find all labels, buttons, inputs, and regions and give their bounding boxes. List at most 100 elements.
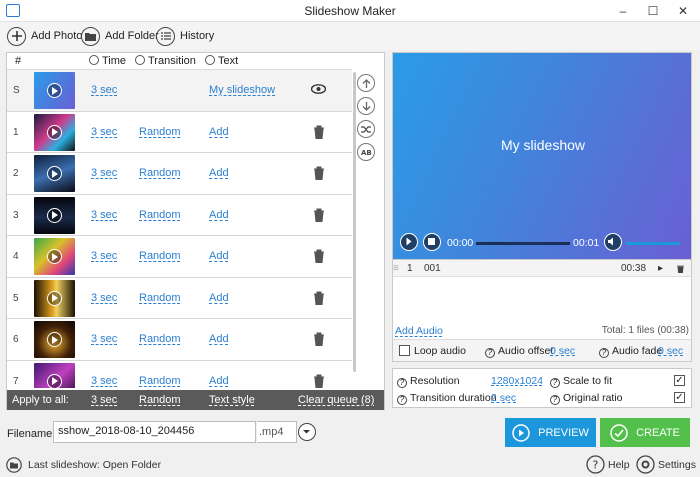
scale-to-fit-checkbox[interactable]: ✓	[674, 375, 685, 386]
settings-link[interactable]: Settings	[658, 459, 696, 471]
slide-row[interactable]: 3 3 sec Random Add	[7, 194, 352, 236]
maximize-button[interactable]: ☐	[638, 0, 668, 22]
sort-ab-button[interactable]: AB	[357, 143, 375, 161]
clear-queue-button[interactable]: Clear queue (8)	[298, 394, 374, 406]
gear-icon[interactable]	[636, 455, 655, 474]
eye-icon[interactable]	[311, 84, 326, 94]
last-slideshow-link[interactable]: Last slideshow: Open Folder	[28, 459, 161, 471]
add-audio-link[interactable]: Add Audio	[395, 325, 443, 337]
row-time[interactable]: 3 sec	[91, 126, 117, 138]
apply-transition[interactable]: Random	[139, 394, 181, 406]
slide-row[interactable]: 7 3 sec Random Add	[7, 360, 352, 388]
folder-icon[interactable]	[6, 457, 22, 473]
slide-thumbnail[interactable]	[34, 362, 75, 388]
row-transition[interactable]: Random	[139, 375, 181, 387]
minimize-button[interactable]: –	[608, 0, 638, 22]
row-transition[interactable]: Random	[139, 126, 181, 138]
close-button[interactable]: ✕	[668, 0, 698, 22]
filename-input[interactable]: sshow_2018-08-10_204456	[53, 421, 256, 443]
row-text[interactable]: Add	[209, 333, 229, 345]
history-button[interactable]: History	[156, 25, 214, 47]
stop-button[interactable]	[423, 233, 441, 251]
apply-text-style[interactable]: Text style	[209, 394, 255, 406]
row-transition[interactable]: Random	[139, 250, 181, 262]
trash-icon[interactable]	[313, 249, 325, 263]
help-icon[interactable]: ?	[599, 348, 609, 358]
slide-row[interactable]: 6 3 sec Random Add	[7, 319, 352, 361]
row-transition[interactable]: Random	[139, 167, 181, 179]
audio-track[interactable]: ≡ 1 001 00:38 ▸	[393, 260, 691, 277]
add-folder-button[interactable]: Add Folder	[81, 25, 159, 47]
audio-panel: ≡ 1 001 00:38 ▸ Add Audio Total: 1 files…	[392, 259, 692, 362]
apply-label: Apply to all:	[12, 394, 69, 406]
transition-duration-value[interactable]: 2 sec	[491, 392, 516, 404]
move-up-button[interactable]	[357, 74, 375, 92]
trash-icon[interactable]	[313, 291, 325, 305]
slide-thumbnail[interactable]	[34, 238, 75, 275]
row-time[interactable]: 3 sec	[91, 333, 117, 345]
resolution-value[interactable]: 1280x1024	[491, 375, 543, 387]
column-transition[interactable]: Transition	[135, 55, 196, 67]
slide-row-title[interactable]: S 3 sec My slideshow	[7, 70, 352, 112]
row-text[interactable]: My slideshow	[209, 84, 275, 96]
trash-icon[interactable]	[313, 166, 325, 180]
column-time[interactable]: Time	[89, 55, 126, 67]
play-button[interactable]	[400, 233, 418, 251]
slide-row[interactable]: 2 3 sec Random Add	[7, 153, 352, 195]
help-icon[interactable]: ?	[397, 378, 407, 388]
slide-row[interactable]: 1 3 sec Random Add	[7, 111, 352, 153]
help-link[interactable]: Help	[608, 459, 630, 471]
slide-thumbnail[interactable]	[34, 196, 75, 234]
loop-audio-checkbox[interactable]	[399, 345, 410, 356]
slide-row[interactable]: 5 3 sec Random Add	[7, 277, 352, 319]
row-text[interactable]: Add	[209, 292, 229, 304]
row-time[interactable]: 3 sec	[91, 375, 117, 387]
row-time[interactable]: 3 sec	[91, 84, 117, 96]
row-text[interactable]: Add	[209, 250, 229, 262]
row-text[interactable]: Add	[209, 167, 229, 179]
move-down-button[interactable]	[357, 97, 375, 115]
audio-offset-value[interactable]: 0 sec	[550, 345, 575, 357]
apply-time[interactable]: 3 sec	[91, 394, 117, 406]
track-trash-icon[interactable]	[677, 264, 684, 273]
track-play-icon[interactable]: ▸	[658, 263, 663, 274]
slide-thumbnail[interactable]	[34, 72, 75, 109]
row-time[interactable]: 3 sec	[91, 209, 117, 221]
row-transition[interactable]: Random	[139, 333, 181, 345]
row-time[interactable]: 3 sec	[91, 292, 117, 304]
row-text[interactable]: Add	[209, 375, 229, 387]
slide-thumbnail[interactable]	[34, 321, 75, 358]
help-icon[interactable]: ?	[485, 348, 495, 358]
help-icon[interactable]: ?	[586, 455, 605, 474]
trash-icon[interactable]	[313, 374, 325, 388]
column-text[interactable]: Text	[205, 55, 238, 67]
help-icon[interactable]: ?	[397, 395, 407, 405]
slide-thumbnail[interactable]	[34, 113, 75, 151]
trash-icon[interactable]	[313, 208, 325, 222]
slide-thumbnail[interactable]	[34, 279, 75, 317]
trash-icon[interactable]	[313, 332, 325, 346]
row-time[interactable]: 3 sec	[91, 250, 117, 262]
volume-button[interactable]	[604, 233, 622, 251]
create-button[interactable]: CREATE	[600, 418, 690, 447]
trash-icon[interactable]	[313, 125, 325, 139]
row-text[interactable]: Add	[209, 126, 229, 138]
help-icon[interactable]: ?	[550, 395, 560, 405]
slide-row[interactable]: 4 3 sec Random Add	[7, 236, 352, 278]
drag-handle-icon[interactable]: ≡	[393, 263, 399, 274]
volume-slider[interactable]	[626, 242, 680, 245]
preview-button[interactable]: PREVIEW	[505, 418, 596, 447]
scrollbar[interactable]	[352, 70, 357, 388]
help-icon[interactable]: ?	[550, 378, 560, 388]
shuffle-button[interactable]	[357, 120, 375, 138]
audio-fade-value[interactable]: 0 sec	[658, 345, 683, 357]
slide-thumbnail[interactable]	[34, 155, 75, 192]
original-ratio-checkbox[interactable]: ✓	[674, 392, 685, 403]
seek-bar[interactable]	[476, 242, 570, 245]
row-transition[interactable]: Random	[139, 292, 181, 304]
row-transition[interactable]: Random	[139, 209, 181, 221]
add-photo-button[interactable]: Add Photo	[7, 25, 82, 47]
row-time[interactable]: 3 sec	[91, 167, 117, 179]
format-dropdown-button[interactable]	[298, 423, 316, 441]
row-text[interactable]: Add	[209, 209, 229, 221]
